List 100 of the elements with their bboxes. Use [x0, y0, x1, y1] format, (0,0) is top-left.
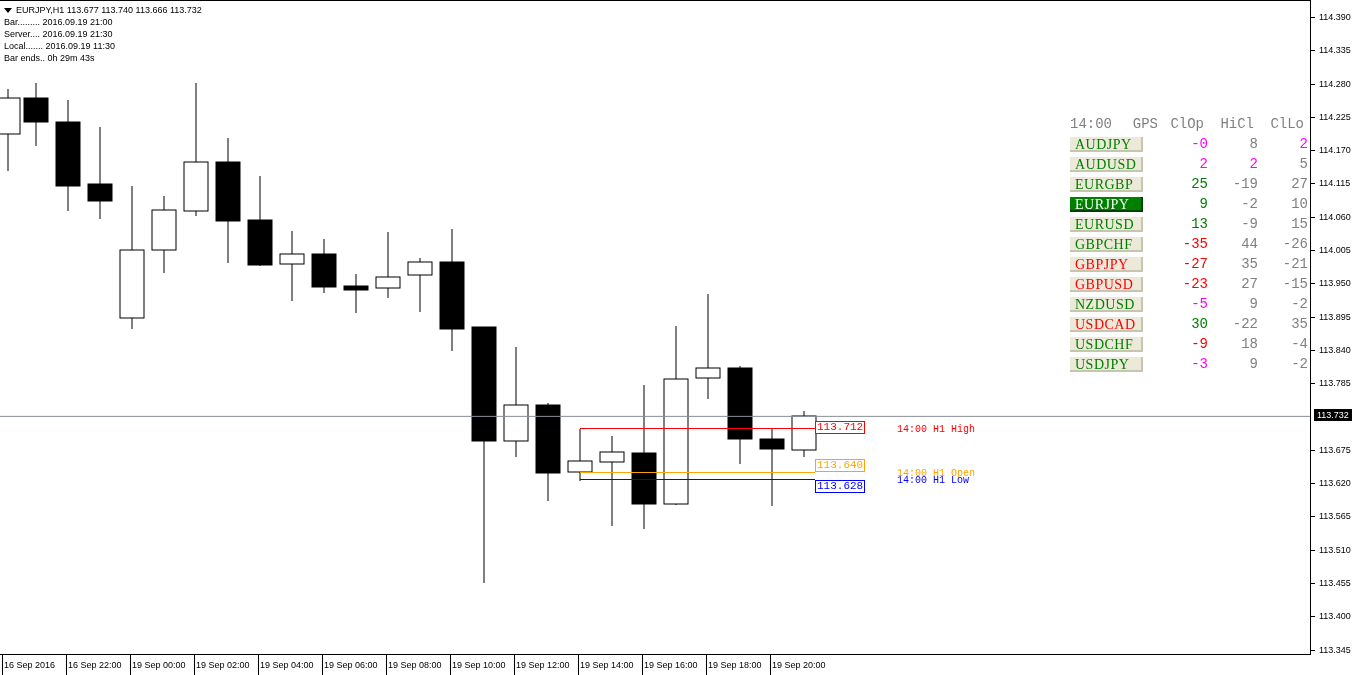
table-cell-text: 27 — [1290, 176, 1308, 192]
column-header: ClOp — [1169, 116, 1204, 132]
table-cell-text: -4 — [1290, 336, 1308, 352]
table-cell-text: 18 — [1240, 336, 1258, 352]
symbol-button[interactable]: EURUSD — [1070, 216, 1143, 232]
panel-time: 14:00 — [1070, 116, 1113, 132]
table-cell-text: -2 — [1240, 196, 1258, 212]
price-axis-label: 113.400 — [1319, 610, 1351, 622]
symbol-button[interactable]: GBPCHF — [1070, 236, 1143, 252]
time-axis-label: 19 Sep 10:00 — [450, 655, 514, 675]
table-cell-text: 10 — [1290, 196, 1308, 212]
table-cell-text: -21 — [1281, 256, 1308, 272]
time-axis-label: 19 Sep 00:00 — [130, 655, 194, 675]
info-line: Local....... 2016.09.19 11:30 — [4, 40, 116, 52]
price-axis-label: 114.390 — [1319, 11, 1351, 23]
price-axis-label: 113.345 — [1319, 644, 1351, 656]
table-cell-text: -27 — [1181, 256, 1208, 272]
price-axis-label: 113.675 — [1319, 444, 1351, 456]
table-cell-text: -23 — [1181, 276, 1208, 292]
candle — [279, 230, 305, 302]
symbol-button[interactable]: EURJPY — [1070, 196, 1143, 212]
candle — [375, 231, 401, 299]
price-axis-label: 113.620 — [1319, 477, 1351, 489]
column-header: ClLo — [1269, 116, 1304, 132]
table-cell-text: 27 — [1240, 276, 1258, 292]
price-label: 113.628 — [815, 480, 866, 493]
dropdown-triangle-icon[interactable] — [4, 7, 12, 13]
symbol-button[interactable]: GBPJPY — [1070, 256, 1143, 272]
table-cell-text: 9 — [1248, 356, 1258, 372]
column-header: HiCl — [1219, 116, 1254, 132]
table-cell-text: -3 — [1190, 356, 1208, 372]
time-axis-label: 19 Sep 16:00 — [642, 655, 706, 675]
symbol-button[interactable]: EURGBP — [1070, 176, 1143, 192]
info-line: Server.... 2016.09.19 21:30 — [4, 28, 114, 40]
symbol-button[interactable]: NZDUSD — [1070, 296, 1143, 312]
table-cell-text: -19 — [1231, 176, 1258, 192]
symbol-button[interactable]: AUDUSD — [1070, 156, 1143, 172]
table-cell-text: -5 — [1190, 296, 1208, 312]
price-axis-label: 114.225 — [1319, 111, 1351, 123]
time-axis-label: 19 Sep 02:00 — [194, 655, 258, 675]
time-axis-label: 19 Sep 08:00 — [386, 655, 450, 675]
time-axis-label: 19 Sep 04:00 — [258, 655, 322, 675]
price-axis-label: 113.895 — [1319, 311, 1351, 323]
info-line: Bar......... 2016.09.19 21:00 — [4, 16, 114, 28]
table-cell-text: -0 — [1190, 136, 1208, 152]
price-axis-label: 114.005 — [1319, 244, 1351, 256]
table-cell-text: 25 — [1190, 176, 1208, 192]
price-label: 113.640 — [815, 459, 866, 472]
table-cell-text: 35 — [1290, 316, 1308, 332]
candle — [407, 257, 433, 313]
table-cell-text: 44 — [1240, 236, 1258, 252]
table-cell-text: -35 — [1181, 236, 1208, 252]
table-cell-text: 30 — [1190, 316, 1208, 332]
column-header: GPS — [1131, 116, 1158, 132]
table-cell-text: 15 — [1290, 216, 1308, 232]
time-axis-label: 16 Sep 22:00 — [66, 655, 130, 675]
table-cell-text: -15 — [1281, 276, 1308, 292]
info-line: Bar ends.. 0h 29m 43s — [4, 52, 96, 64]
price-axis-label: 113.785 — [1319, 377, 1351, 389]
symbol-button[interactable]: USDCHF — [1070, 336, 1143, 352]
table-cell-text: -9 — [1190, 336, 1208, 352]
time-axis-label: 16 Sep 2016 — [2, 655, 66, 675]
price-axis-label: 113.565 — [1319, 510, 1351, 522]
table-cell-text: 9 — [1198, 196, 1208, 212]
table-cell-text: -2 — [1290, 296, 1308, 312]
price-axis-label: 113.840 — [1319, 344, 1351, 356]
time-axis-label: 19 Sep 18:00 — [706, 655, 770, 675]
candle — [791, 410, 817, 458]
symbol-button[interactable]: USDCAD — [1070, 316, 1143, 332]
price-axis-label: 114.060 — [1319, 211, 1351, 223]
chart-title: EURJPY,H1 113.677 113.740 113.666 113.732 — [16, 4, 202, 16]
symbol-button[interactable]: GBPUSD — [1070, 276, 1143, 292]
candle — [311, 238, 337, 294]
price-axis-label: 113.510 — [1319, 544, 1351, 556]
level-label: 14:00 H1 High — [897, 425, 975, 435]
table-cell-text: 2 — [1298, 136, 1308, 152]
candle — [343, 273, 369, 314]
table-cell-text: -9 — [1240, 216, 1258, 232]
symbol-button[interactable]: AUDJPY — [1070, 136, 1143, 152]
table-cell-text: 5 — [1298, 156, 1308, 172]
time-axis-label: 19 Sep 14:00 — [578, 655, 642, 675]
time-axis-label: 19 Sep 12:00 — [514, 655, 578, 675]
table-cell-text: 8 — [1248, 136, 1258, 152]
time-axis-label: 19 Sep 20:00 — [770, 655, 834, 675]
table-cell-text: -22 — [1231, 316, 1258, 332]
time-axis-label: 19 Sep 06:00 — [322, 655, 386, 675]
price-label: 113.712 — [815, 421, 866, 434]
price-axis-label: 114.335 — [1319, 44, 1351, 56]
price-axis-label: 113.950 — [1319, 277, 1351, 289]
table-cell-text: 9 — [1248, 296, 1258, 312]
price-axis-label: 114.280 — [1319, 78, 1351, 90]
table-cell-text: 2 — [1248, 156, 1258, 172]
candle — [23, 82, 49, 147]
table-cell-text: 13 — [1190, 216, 1208, 232]
price-axis-label: 114.170 — [1319, 144, 1351, 156]
table-cell-text: 2 — [1198, 156, 1208, 172]
symbol-button[interactable]: USDJPY — [1070, 356, 1143, 372]
price-axis-label: 113.455 — [1319, 577, 1351, 589]
candle — [567, 428, 593, 482]
table-cell-text: -26 — [1281, 236, 1308, 252]
